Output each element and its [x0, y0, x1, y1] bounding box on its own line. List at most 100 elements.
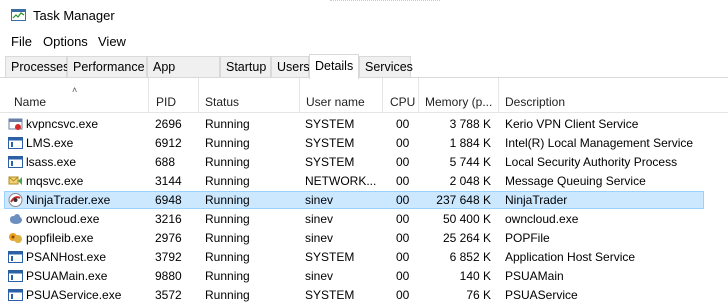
cell-memory: 25 264 K	[442, 231, 491, 245]
cell-status: Running	[205, 174, 250, 188]
cell-status: Running	[205, 269, 250, 283]
cell-cpu: 00	[396, 250, 410, 264]
cloud-icon	[8, 212, 23, 226]
cell-cpu: 00	[396, 136, 410, 150]
cell-status: Running	[205, 155, 250, 169]
cell-user-name: SYSTEM	[305, 136, 355, 150]
cell-user-name: SYSTEM	[305, 288, 355, 302]
sort-ascending-icon: ˄	[72, 85, 78, 95]
process-details-table: ˄ Name PID Status User name CPU Memory (…	[0, 78, 728, 304]
cell-user-name: sinev	[305, 231, 334, 245]
tab-services[interactable]: Services	[359, 56, 413, 77]
cell-name: PSUAService.exe	[26, 288, 122, 302]
cell-memory: 140 K	[459, 269, 491, 283]
cell-status: Running	[205, 250, 250, 264]
cell-pid: 6948	[155, 193, 182, 207]
tab-performance[interactable]: Performance	[67, 56, 147, 77]
cell-name: PSUAMain.exe	[26, 269, 108, 283]
tab-app-history[interactable]: App history	[147, 56, 220, 95]
cell-memory: 3 788 K	[449, 117, 491, 131]
table-row[interactable]: kvpncsvc.exe 2696 Running SYSTEM 00 3 788 K Ke…	[0, 115, 728, 134]
cell-cpu: 00	[396, 193, 410, 207]
title-bar[interactable]: Task Manager	[0, 0, 728, 32]
cell-description: PSUAService	[505, 288, 578, 302]
cell-pid: 3792	[155, 250, 182, 264]
cell-name: mqsvc.exe	[26, 174, 84, 188]
tab-users[interactable]: Users	[271, 56, 310, 77]
menu-file[interactable]: File	[10, 34, 33, 49]
generic-window-icon	[8, 269, 23, 283]
cell-user-name: sinev	[305, 269, 334, 283]
popfile-icon	[8, 231, 23, 245]
cell-pid: 2696	[155, 117, 182, 131]
cell-name: kvpncsvc.exe	[26, 117, 99, 131]
cell-memory: 2 048 K	[449, 174, 491, 188]
cell-description: NinjaTrader	[505, 193, 568, 207]
menu-options[interactable]: Options	[42, 34, 89, 49]
column-header-name[interactable]: ˄ Name	[0, 78, 148, 112]
cell-memory: 1 884 K	[449, 136, 491, 150]
ninjatrader-icon	[8, 193, 23, 207]
table-row[interactable]: PSANHost.exe 3792 Running SYSTEM 00 6 852 K Ap…	[0, 248, 728, 267]
cell-memory: 6 852 K	[449, 250, 491, 264]
cell-memory: 5 744 K	[449, 155, 491, 169]
table-row[interactable]: popfileib.exe 2976 Running sinev 00 25 264 K P…	[0, 229, 728, 248]
cell-status: Running	[205, 117, 250, 131]
tab-details[interactable]: Details	[309, 54, 359, 79]
cell-pid: 3144	[155, 174, 182, 188]
cell-name: LMS.exe	[26, 136, 74, 150]
table-header: ˄ Name PID Status User name CPU Memory (…	[0, 78, 728, 113]
table-row[interactable]: owncloud.exe 3216 Running sinev 00 50 400 K ow…	[0, 210, 728, 229]
tab-strip: Processes Performance App history Startu…	[0, 54, 728, 95]
tab-processes[interactable]: Processes	[5, 56, 69, 77]
column-header-status[interactable]: Status	[198, 78, 299, 112]
cell-name: owncloud.exe	[26, 212, 100, 226]
cell-name: NinjaTrader.exe	[26, 193, 111, 207]
generic-window-icon	[8, 250, 23, 264]
cell-pid: 3216	[155, 212, 182, 226]
table-row[interactable]: mqsvc.exe 3144 Running NETWORK... 00 2 048 K M…	[0, 172, 728, 191]
tab-startup[interactable]: Startup	[220, 56, 271, 77]
cell-memory: 50 400 K	[442, 212, 491, 226]
cell-cpu: 00	[396, 117, 410, 131]
table-row[interactable]: NinjaTrader.exe 6948 Running sinev 00 237 648…	[0, 191, 728, 210]
cell-status: Running	[205, 136, 250, 150]
generic-window-icon	[8, 155, 23, 169]
cell-user-name: sinev	[305, 212, 334, 226]
generic-window-icon	[8, 288, 23, 302]
column-header-user[interactable]: User name	[299, 78, 382, 112]
cell-status: Running	[205, 193, 250, 207]
background-artifact	[330, 0, 440, 4]
menu-bar: File Options View	[0, 32, 728, 52]
cell-pid: 688	[155, 155, 176, 169]
generic-window-icon	[8, 136, 23, 150]
column-header-memory[interactable]: Memory (p...	[418, 78, 498, 112]
table-row[interactable]: LMS.exe 6912 Running SYSTEM 00 1 884 K Intel(R…	[0, 134, 728, 153]
cell-status: Running	[205, 288, 250, 302]
cell-user-name: NETWORK...	[305, 174, 377, 188]
vpn-service-icon	[8, 117, 23, 131]
cell-description: Local Security Authority Process	[505, 155, 678, 169]
table-row[interactable]: lsass.exe 688 Running SYSTEM 00 5 744 K Local …	[0, 153, 728, 172]
column-header-description[interactable]: Description	[498, 78, 728, 112]
cell-name: popfileib.exe	[26, 231, 94, 245]
table-row[interactable]: PSUAMain.exe 9880 Running sinev 00 140 K PSUAM…	[0, 267, 728, 286]
cell-name: PSANHost.exe	[26, 250, 107, 264]
cell-cpu: 00	[396, 269, 410, 283]
cell-user-name: SYSTEM	[305, 250, 355, 264]
cell-name: lsass.exe	[26, 155, 77, 169]
cell-description: Intel(R) Local Management Service	[505, 136, 694, 150]
column-header-pid[interactable]: PID	[148, 78, 198, 112]
cell-description: PSUAMain	[505, 269, 564, 283]
menu-view[interactable]: View	[97, 34, 127, 49]
cell-pid: 6912	[155, 136, 182, 150]
cell-user-name: SYSTEM	[305, 155, 355, 169]
cell-pid: 9880	[155, 269, 182, 283]
cell-status: Running	[205, 212, 250, 226]
column-header-cpu[interactable]: CPU	[382, 78, 418, 112]
cell-description: Kerio VPN Client Service	[505, 117, 639, 131]
table-row[interactable]: PSUAService.exe 3572 Running SYSTEM 00 76 K PS…	[0, 286, 728, 305]
cell-pid: 2976	[155, 231, 182, 245]
cell-memory: 237 648 K	[436, 193, 491, 207]
cell-user-name: SYSTEM	[305, 117, 355, 131]
